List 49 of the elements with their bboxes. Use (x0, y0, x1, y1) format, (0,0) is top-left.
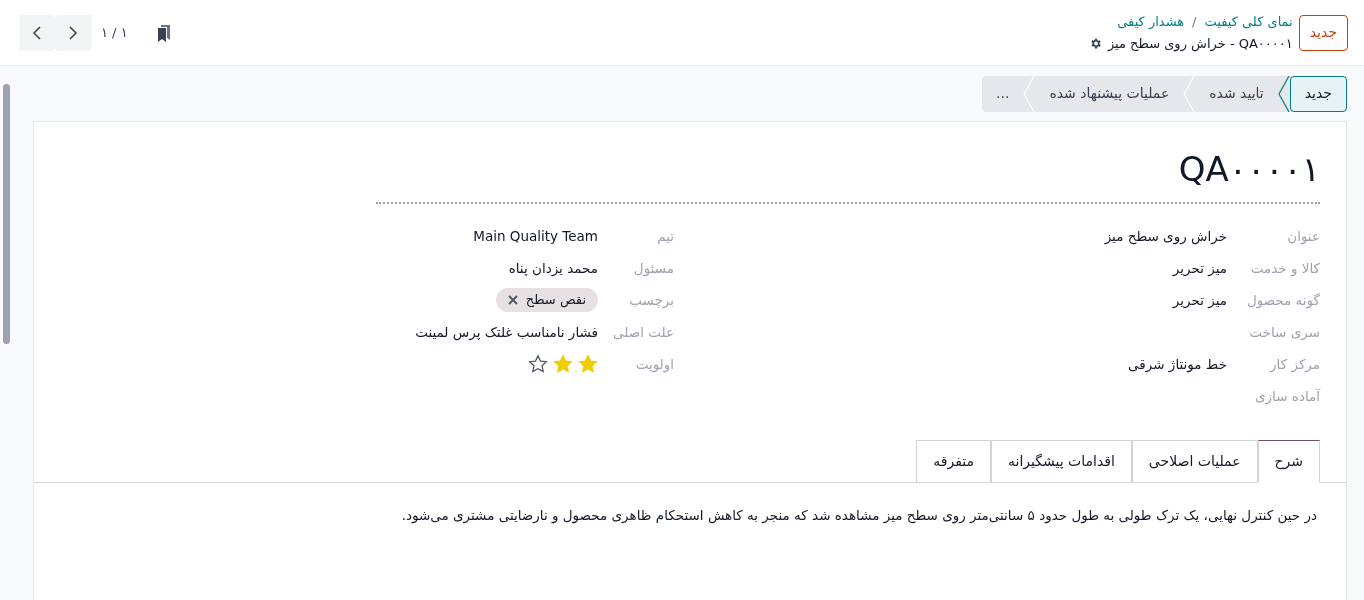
tag-chip: نقص سطح (495, 288, 598, 312)
field-label: عنوان (1286, 226, 1320, 247)
new-button[interactable]: جدید (1298, 14, 1348, 51)
tab[interactable]: عملیات اصلاحی (1131, 440, 1258, 483)
stage-button[interactable]: جدید (1289, 75, 1347, 112)
stage-button[interactable]: تایید شده (1195, 75, 1278, 112)
filled-star-icon[interactable] (578, 354, 598, 374)
priority-stars[interactable] (528, 354, 598, 374)
stage-separator (1023, 75, 1036, 112)
field-label: اولویت (634, 354, 674, 375)
remove-tag-icon[interactable] (507, 295, 518, 305)
field-value: میز تحریر (1172, 290, 1227, 311)
stage-separator (1277, 75, 1290, 112)
chevron-right-icon (68, 24, 78, 41)
field-label: برچسب (628, 290, 674, 311)
field-label: کالا و خدمت (1249, 258, 1320, 279)
field-value: محمد یزدان پناه (508, 258, 598, 279)
bookmark-icon[interactable] (155, 23, 172, 42)
stage-button[interactable]: ... (982, 75, 1024, 112)
field-label: آماده سازی (1254, 386, 1320, 407)
field-value: میز تحریر (1172, 258, 1227, 279)
field-value: خراش روی سطح میز (1104, 226, 1227, 247)
field-label: مرکز کار (1268, 354, 1320, 375)
pager-counter: ۱ / ۱ (101, 23, 128, 42)
scrollbar[interactable] (3, 84, 10, 344)
field-label: مسئول (632, 258, 674, 279)
previous-button[interactable] (19, 14, 55, 51)
field-label: سری ساخت (1248, 322, 1320, 342)
field-value: Main Quality Team (473, 226, 598, 246)
next-button[interactable] (55, 14, 91, 51)
breadcrumb-separator: / (1192, 13, 1197, 31)
breadcrumb-link[interactable]: نمای کلی کیفیت (1204, 12, 1293, 32)
tab[interactable]: اقدامات پیشگیرانه (991, 440, 1132, 483)
chevron-left-icon (32, 24, 42, 41)
filled-star-icon[interactable] (553, 354, 573, 374)
field-label: تیم (656, 226, 674, 247)
record-name: QA۰۰۰۰۱ (376, 144, 1320, 204)
record-title: QA۰۰۰۰۱ - خراش روی سطح میز (1107, 34, 1293, 53)
stage-button[interactable]: عملیات پیشنهاد شده (1035, 75, 1184, 112)
tab[interactable]: متفرقه (916, 440, 992, 483)
description-text: در حین کنترل نهایی، یک ترک طولی به طول حدود ۵ سانتی‌متر روی سطح میز مشاهده شد که منجر به کاهش استحکام ظاهری محصول و نارضایتی مشتری می‌شود. (400, 506, 1318, 526)
tab[interactable]: شرح (1257, 440, 1320, 483)
breadcrumb-link[interactable]: هشدار کیفی (1117, 12, 1185, 32)
stage-separator (1183, 75, 1196, 112)
empty-star-icon[interactable] (528, 354, 548, 374)
field-value: خط مونتاژ شرقی (1128, 354, 1227, 375)
field-label: علت اصلی (612, 322, 674, 342)
field-value: فشار نامناسب غلتک پرس لمینت (415, 322, 598, 343)
field-label: گونه محصول (1245, 290, 1320, 311)
